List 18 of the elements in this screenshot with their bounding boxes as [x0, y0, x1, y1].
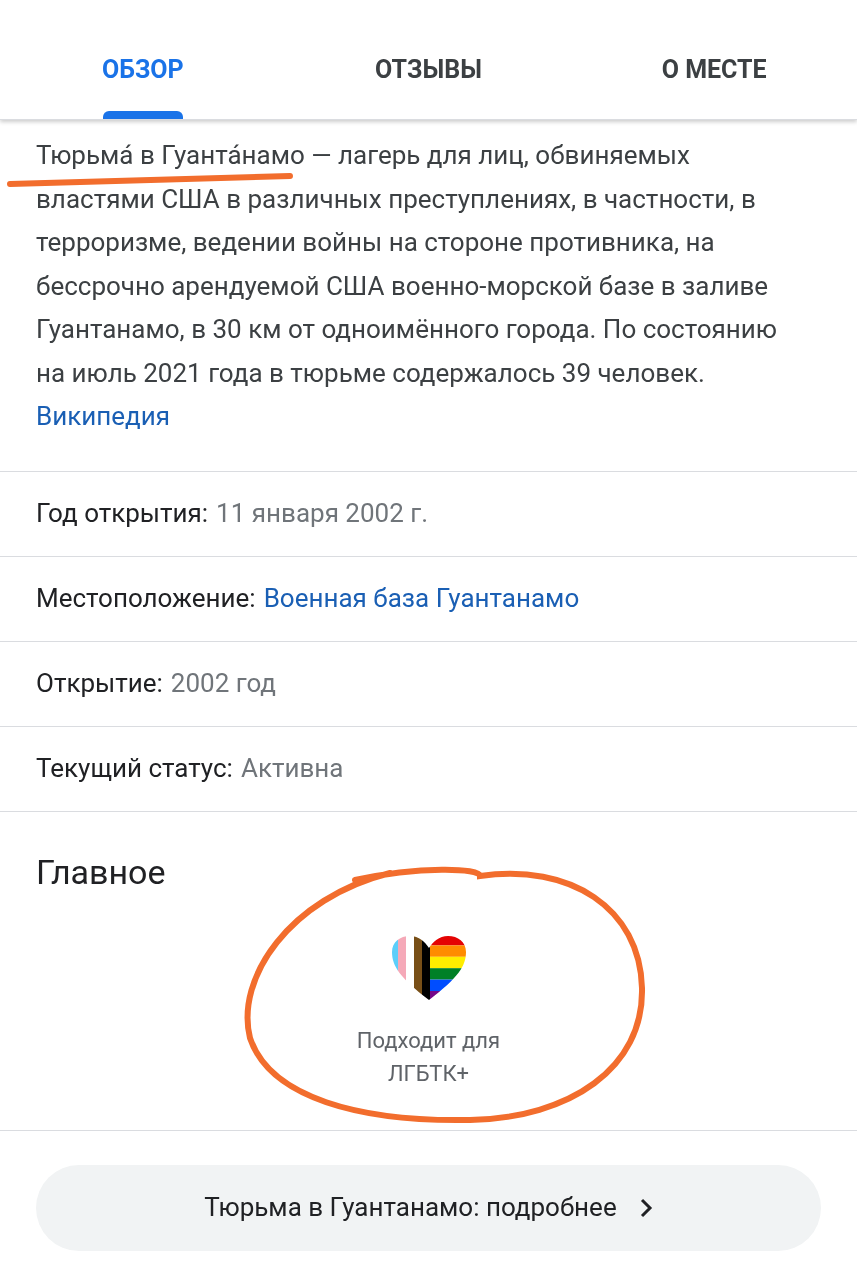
chevron-right-icon — [638, 1196, 653, 1219]
fact-label: Открытие: — [36, 667, 163, 700]
fact-label: Год открытия: — [36, 497, 209, 530]
wikipedia-link[interactable]: Википедия — [36, 401, 171, 431]
fact-link[interactable]: Военная база Гуантанамо — [263, 579, 580, 618]
fact-value: Активна — [240, 752, 344, 785]
fact-value: 2002 год — [170, 667, 276, 700]
more-info-button[interactable]: Тюрьма в Гуантанамо: подробнее — [36, 1164, 821, 1251]
pride-heart-icon — [389, 933, 468, 1002]
section-title: Главное — [35, 850, 167, 894]
fact-label: Текущий статус: — [36, 752, 233, 785]
highlight-caption: Подходит для ЛГБТК+ — [355, 1026, 502, 1088]
fact-label: Местоположение: — [36, 582, 256, 615]
tab[interactable]: ОБЗОР — [0, 20, 286, 119]
tab[interactable]: ОТЗЫВЫ — [285, 20, 572, 119]
description-paragraph: Тюрьма́ в Гуанта́намо — лагерь для лиц, обвиняемых властями США в различных преступлениях, в частности, в терроризме, ведении войны на стороне противника, на бессрочно арендуемой США военно-морской базе в заливе Гуантанамо, в 30 км от одноимённого города. По состоянию на июль 2021 года в тюрьме содержалось 39 человек. Википедия — [0, 120, 857, 472]
tab[interactable]: О МЕСТЕ — [571, 20, 857, 119]
fact-value: 11 января 2002 г. — [216, 497, 429, 530]
